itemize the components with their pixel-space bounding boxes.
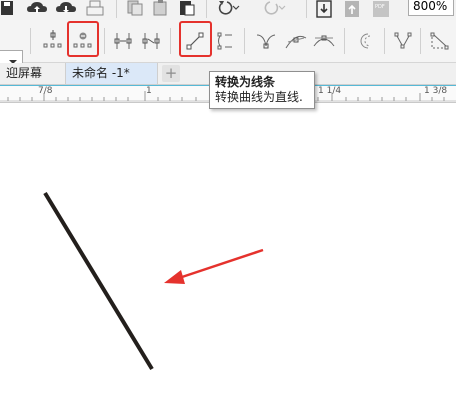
ruler-label: 1 3/8 xyxy=(424,86,448,96)
tab-untitled-1[interactable]: 未命名 -1* xyxy=(66,63,158,84)
convert-to-line-highlight xyxy=(179,21,212,57)
zoom-level-input[interactable] xyxy=(408,0,454,16)
tab-welcome-screen[interactable]: 迎屏幕 xyxy=(0,63,66,84)
tooltip-title: 转换为线条 xyxy=(215,75,276,89)
extend-curve-icon[interactable] xyxy=(392,30,414,52)
add-node-icon[interactable] xyxy=(42,30,64,52)
drawing-canvas[interactable] xyxy=(0,103,456,401)
symmetrical-node-icon[interactable] xyxy=(312,30,336,52)
cusp-node-icon[interactable] xyxy=(254,30,278,52)
svg-text:PDF: PDF xyxy=(375,4,385,10)
import-icon[interactable] xyxy=(316,0,332,18)
undo-icon[interactable] xyxy=(216,0,240,16)
close-curve-icon[interactable] xyxy=(428,30,452,52)
clipboard-icon[interactable] xyxy=(178,0,196,16)
save-icon[interactable] xyxy=(0,0,14,16)
ruler-label: 1 xyxy=(146,86,152,96)
delete-node-highlight xyxy=(67,21,99,57)
reverse-direction-icon[interactable] xyxy=(354,30,376,52)
ruler-label: 7/8 xyxy=(38,86,53,96)
join-nodes-icon[interactable] xyxy=(112,30,134,52)
copy-icon[interactable] xyxy=(126,0,144,16)
convert-to-curve-icon[interactable] xyxy=(214,30,236,52)
ruler-label: 1 1/4 xyxy=(318,86,342,96)
paste-icon[interactable] xyxy=(152,0,170,16)
redo-icon[interactable] xyxy=(262,0,286,16)
convert-to-line-tooltip: 转换为线条 转换曲线为直线. xyxy=(209,71,315,109)
export-icon[interactable] xyxy=(344,0,360,18)
straight-line-shape[interactable] xyxy=(43,191,154,371)
add-tab-button[interactable]: + xyxy=(162,65,180,82)
print-icon[interactable] xyxy=(86,0,104,16)
export-pdf-icon[interactable]: PDF xyxy=(372,0,390,18)
break-curve-icon[interactable] xyxy=(140,30,162,52)
tooltip-description: 转换曲线为直线. xyxy=(215,90,303,104)
red-arrow-annotation xyxy=(164,248,264,284)
cloud-upload-icon[interactable] xyxy=(26,0,48,16)
property-bar xyxy=(0,20,456,72)
smooth-node-icon[interactable] xyxy=(284,30,308,52)
cloud-download-icon[interactable] xyxy=(56,0,76,16)
standard-toolbar: PDF xyxy=(0,0,456,21)
